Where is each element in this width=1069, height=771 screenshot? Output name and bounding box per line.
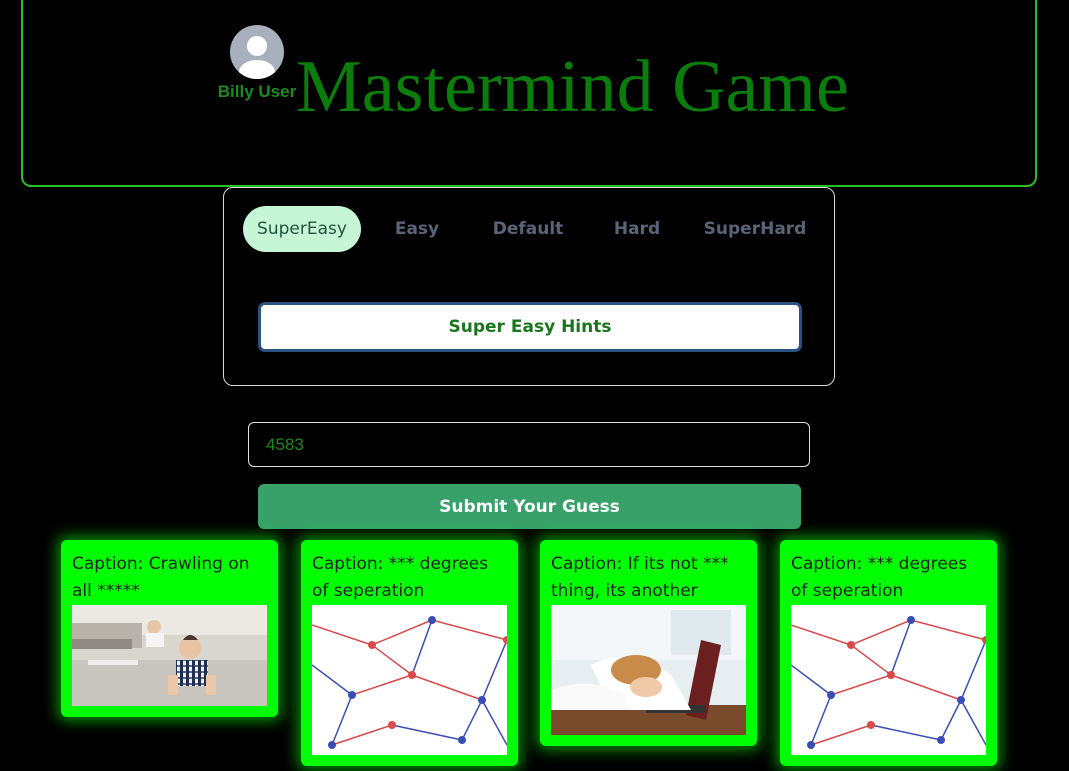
card-caption: Caption: Crawling on all *****	[72, 554, 250, 601]
card-caption: Caption: If its not *** thing, its anoth…	[551, 554, 729, 601]
caption-card[interactable]: Caption: *** degrees of seperation	[301, 540, 518, 766]
network-diagram-photo	[312, 605, 507, 755]
tab-hard[interactable]: Hard	[595, 206, 679, 252]
submit-guess-button[interactable]: Submit Your Guess	[258, 484, 801, 529]
caption-card[interactable]: Caption: If its not *** thing, its anoth…	[540, 540, 757, 746]
guess-input[interactable]	[248, 422, 810, 467]
super-easy-hints-button[interactable]: Super Easy Hints	[258, 302, 802, 352]
baby-crawling-photo	[72, 605, 267, 706]
network-diagram-photo	[791, 605, 986, 755]
tab-superhard[interactable]: SuperHard	[702, 206, 808, 252]
user-profile[interactable]: Billy User	[217, 25, 297, 102]
tired-person-laptop-photo	[551, 605, 746, 735]
caption-card[interactable]: Caption: Crawling on all *****	[61, 540, 278, 717]
caption-card[interactable]: Caption: *** degrees of seperation	[780, 540, 997, 766]
difficulty-tabs: SuperEasy Easy Default Hard SuperHard	[242, 206, 816, 252]
card-caption: Caption: *** degrees of seperation	[312, 554, 489, 601]
tab-easy[interactable]: Easy	[375, 206, 459, 252]
user-avatar-icon[interactable]	[230, 25, 284, 79]
user-name: Billy User	[217, 82, 297, 101]
page-title: Mastermind Game	[296, 46, 849, 128]
tab-supereasy[interactable]: SuperEasy	[243, 206, 361, 252]
difficulty-panel: SuperEasy Easy Default Hard SuperHard Su…	[223, 187, 835, 386]
header-banner: Billy User Mastermind Game	[21, 0, 1037, 187]
tab-default[interactable]: Default	[482, 206, 574, 252]
card-caption: Caption: *** degrees of seperation	[791, 554, 968, 601]
